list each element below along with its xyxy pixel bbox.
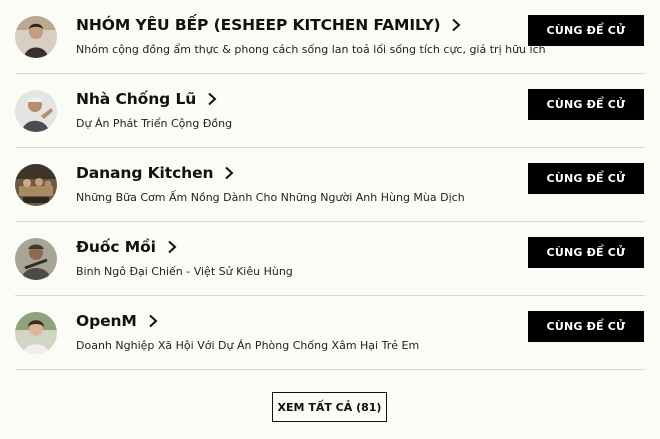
page-description: Dự Án Phát Triển Cộng Đồng [76, 117, 233, 130]
see-all-button[interactable]: XEM TẤT CẢ (81) [272, 392, 387, 422]
avatar[interactable] [15, 90, 57, 132]
avatar-person-icon [15, 16, 57, 58]
page-name[interactable]: Đuốc Mồi [76, 238, 156, 256]
avatar-person-icon [15, 312, 57, 354]
list-item: OpenM Doanh Nghiệp Xã Hội Với Dự Án Phòn… [0, 296, 660, 370]
list-item: Đuốc Mồi Binh Ngô Đại Chiến - Việt Sử Ki… [0, 222, 660, 296]
divider [15, 369, 645, 370]
list-item: Danang Kitchen Những Bữa Cơm Ấm Nồng Dàn… [0, 148, 660, 222]
avatar[interactable] [15, 16, 57, 58]
chevron-right-icon[interactable] [166, 240, 178, 254]
avatar-person-icon [15, 238, 57, 280]
page-description: Những Bữa Cơm Ấm Nồng Dành Cho Những Ngư… [76, 191, 465, 204]
avatar[interactable] [15, 164, 57, 206]
page-description: Doanh Nghiệp Xã Hội Với Dự Án Phòng Chốn… [76, 339, 420, 352]
nominate-button[interactable]: CÙNG ĐỂ CỬ [528, 163, 644, 194]
avatar[interactable] [15, 312, 57, 354]
avatar-person-icon [15, 90, 57, 132]
list-item: NHÓM YÊU BẾP (ESHEEP KITCHEN FAMILY) Nhó… [0, 0, 660, 74]
nominate-button[interactable]: CÙNG ĐỂ CỬ [528, 89, 644, 120]
nominate-button[interactable]: CÙNG ĐỂ CỬ [528, 15, 644, 46]
page-name[interactable]: Danang Kitchen [76, 164, 214, 182]
list-item: Nhà Chống Lũ Dự Án Phát Triển Cộng Đồng … [0, 74, 660, 148]
page-name[interactable]: Nhà Chống Lũ [76, 90, 196, 108]
avatar[interactable] [15, 238, 57, 280]
nominate-button[interactable]: CÙNG ĐỂ CỬ [528, 311, 644, 342]
avatar-kitchen-icon [15, 164, 57, 206]
page-description: Binh Ngô Đại Chiến - Việt Sử Kiêu Hùng [76, 265, 293, 278]
chevron-right-icon[interactable] [206, 92, 218, 106]
page-name[interactable]: NHÓM YÊU BẾP (ESHEEP KITCHEN FAMILY) [76, 16, 441, 34]
chevron-right-icon[interactable] [147, 314, 159, 328]
page-description: Nhóm cộng đồng ẩm thực & phong cách sống… [76, 43, 546, 56]
nominate-button[interactable]: CÙNG ĐỂ CỬ [528, 237, 644, 268]
chevron-right-icon[interactable] [223, 166, 235, 180]
page-name[interactable]: OpenM [76, 312, 137, 330]
chevron-right-icon[interactable] [450, 18, 462, 32]
